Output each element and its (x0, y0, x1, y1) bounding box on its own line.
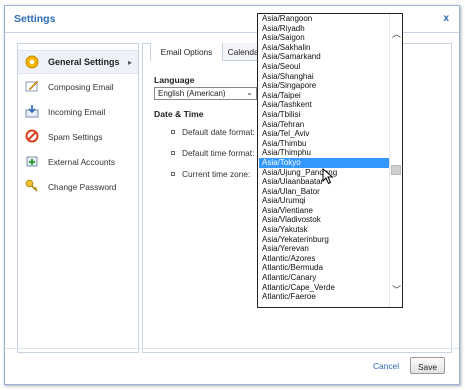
timezone-option[interactable]: Atlantic/Cape_Verde (259, 283, 389, 293)
timezone-option[interactable]: Asia/Rangoon (259, 14, 389, 24)
timezone-option[interactable]: Asia/Tokyo (259, 157, 389, 168)
gear-icon (25, 55, 39, 69)
sidebar-item-spam-settings[interactable]: Spam Settings (18, 125, 138, 149)
timezone-option[interactable]: Asia/Tehran (259, 120, 389, 130)
timezone-option[interactable]: Atlantic/Azores (259, 254, 389, 264)
scrollbar-thumb[interactable] (391, 165, 401, 175)
tab-email-options[interactable]: Email Options (150, 43, 223, 61)
sidebar-item-label: General Settings (48, 57, 120, 67)
timezone-option[interactable]: Asia/Vladivostok (259, 215, 389, 225)
sidebar-item-label: Composing Email (48, 82, 114, 92)
bullet-icon (171, 130, 175, 134)
timezone-option[interactable]: Asia/Samarkand (259, 52, 389, 62)
sidebar-item-general-settings[interactable]: General Settings ▸ (18, 50, 138, 74)
chevron-right-icon: ▸ (127, 58, 132, 67)
time-format-label: Default time format: (182, 148, 255, 158)
sidebar-item-label: Spam Settings (48, 132, 103, 142)
sidebar-item-incoming-email[interactable]: Incoming Email (18, 100, 138, 124)
timezone-option[interactable]: Asia/Yakutsk (259, 225, 389, 235)
save-button[interactable]: Save (410, 357, 445, 374)
dropdown-scrollbar[interactable]: ︿ ﹀ (389, 14, 402, 307)
language-select[interactable]: English (American) ⌄ (154, 87, 257, 100)
settings-sidebar: General Settings ▸ Composing Email Incom… (17, 43, 139, 353)
timezone-option[interactable]: Asia/Sakhalin (259, 43, 389, 53)
timezone-option[interactable]: Asia/Vientiane (259, 206, 389, 216)
compose-icon (25, 80, 39, 92)
add-account-icon (26, 156, 38, 167)
timezone-option[interactable]: Asia/Tel_Aviv (259, 129, 389, 139)
timezone-option[interactable]: Asia/Tbilisi (259, 110, 389, 120)
timezone-option[interactable]: Asia/Saigon (259, 33, 389, 43)
chevron-down-icon[interactable]: ﹀ (390, 283, 402, 296)
timezone-option[interactable]: Atlantic/Bermuda (259, 263, 389, 273)
bullet-icon (171, 172, 175, 176)
timezone-option[interactable]: Asia/Singapore (259, 81, 389, 91)
key-icon (25, 179, 38, 192)
timezone-option[interactable]: Asia/Ulan_Bator (259, 187, 389, 197)
sidebar-item-label: Incoming Email (48, 107, 106, 117)
language-select-value: English (American) (158, 89, 226, 98)
cancel-button[interactable]: Cancel (373, 361, 399, 371)
sidebar-item-label: Change Password (48, 182, 117, 192)
sidebar-item-label: External Accounts (48, 157, 116, 167)
timezone-options: Asia/Rangoon Asia/Riyadh Asia/Saigon Asia/S… (259, 14, 389, 302)
date-format-label: Default date format: (182, 127, 255, 137)
sidebar-item-change-password[interactable]: Change Password (18, 175, 138, 199)
timezone-option[interactable]: Asia/Thimphu (259, 148, 389, 158)
time-zone-label: Current time zone: (182, 169, 251, 179)
footer-divider (5, 348, 459, 349)
mouse-pointer-icon (322, 168, 334, 185)
timezone-option[interactable]: Asia/Thimbu (259, 139, 389, 149)
dialog-title: Settings (14, 13, 56, 25)
spam-block-icon (25, 129, 39, 143)
sidebar-item-composing-email[interactable]: Composing Email (18, 75, 138, 99)
timezone-option[interactable]: Atlantic/Faeroe (259, 292, 389, 302)
language-heading: Language (154, 75, 195, 85)
timezone-option[interactable]: Asia/Yerevan (259, 244, 389, 254)
timezone-option[interactable]: Asia/Urumqi (259, 196, 389, 206)
timezone-option[interactable]: Asia/Yekaterinburg (259, 235, 389, 245)
bullet-icon (171, 151, 175, 155)
timezone-option[interactable]: Asia/Shanghai (259, 72, 389, 82)
close-icon[interactable]: x (443, 13, 449, 24)
timezone-option[interactable]: Asia/Tashkent (259, 100, 389, 110)
inbox-icon (25, 105, 39, 118)
chevron-up-icon[interactable]: ︿ (390, 27, 402, 40)
timezone-dropdown-list[interactable]: Asia/Rangoon Asia/Riyadh Asia/Saigon Asia/S… (257, 13, 403, 308)
timezone-option[interactable]: Asia/Seoul (259, 62, 389, 72)
sidebar-item-external-accounts[interactable]: External Accounts (18, 150, 138, 174)
timezone-option[interactable]: Asia/Riyadh (259, 24, 389, 34)
timezone-option[interactable]: Asia/Taipei (259, 91, 389, 101)
date-time-heading: Date & Time (154, 109, 204, 119)
chevron-down-icon: ⌄ (246, 88, 253, 97)
timezone-option[interactable]: Atlantic/Canary (259, 273, 389, 283)
